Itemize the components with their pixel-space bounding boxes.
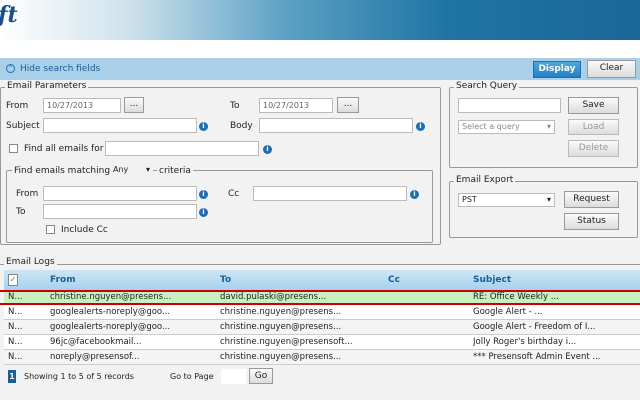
column-subject[interactable]: Subject: [473, 275, 511, 285]
table-header: ✓ From To Cc Subject: [4, 270, 640, 290]
from-label: From: [6, 101, 29, 111]
export-format-value: PST: [462, 195, 477, 204]
email-logs-divider: [0, 264, 640, 265]
load-button[interactable]: Load: [568, 119, 619, 135]
cell-id: N...: [8, 337, 23, 347]
cell-from: googlealerts-noreply@goo...: [50, 322, 171, 332]
cell-from: 96jc@facebookmail...: [50, 337, 142, 347]
info-icon: i: [410, 190, 419, 199]
criteria-from-label: From: [16, 189, 39, 199]
to-date-picker-button[interactable]: ...: [337, 97, 359, 113]
export-format-select[interactable]: PST ▾: [458, 193, 555, 207]
cell-subject: Google Alert - Freedom of I...: [473, 322, 596, 332]
header-strip: [0, 40, 640, 58]
logo: ft: [0, 2, 18, 28]
display-button[interactable]: Display: [533, 61, 581, 78]
clear-button[interactable]: Clear: [587, 60, 636, 78]
from-date-picker-button[interactable]: ...: [124, 97, 144, 113]
save-button[interactable]: Save: [568, 97, 619, 114]
match-value: Any: [113, 165, 129, 174]
delete-button[interactable]: Delete: [568, 140, 619, 157]
find-all-input[interactable]: [105, 141, 259, 156]
cell-id: N...: [8, 322, 23, 332]
page-number[interactable]: 1: [8, 370, 16, 383]
criteria-cc-label: Cc: [228, 189, 240, 199]
group-legend: Email Export: [454, 175, 516, 185]
include-cc-checkbox[interactable]: [46, 225, 55, 234]
header-banner: [0, 0, 640, 40]
cell-id: N...: [8, 352, 23, 362]
to-label: To: [230, 101, 240, 111]
chevron-down-icon: ▾: [546, 195, 551, 204]
info-icon: i: [199, 122, 208, 131]
criteria-to-input[interactable]: [43, 204, 197, 219]
criteria-suffix: criteria: [157, 166, 193, 176]
go-button[interactable]: Go: [249, 368, 273, 384]
table-row[interactable]: N... noreply@presensof... christine.nguyen…: [4, 350, 640, 365]
collapse-icon[interactable]: ^: [6, 64, 15, 73]
criteria-from-input[interactable]: [43, 186, 197, 201]
info-icon: i: [199, 208, 208, 217]
cell-to: christine.nguyen@presens...: [220, 352, 342, 362]
cell-from: googlealerts-noreply@goo...: [50, 307, 171, 317]
criteria-prefix: Find emails matching: [12, 166, 113, 176]
request-button[interactable]: Request: [564, 191, 619, 208]
include-cc-label: Include Cc: [61, 225, 108, 235]
to-date-input[interactable]: 10/27/2013: [259, 98, 333, 113]
records-summary: Showing 1 to 5 of 5 records: [24, 372, 134, 381]
cell-subject: Jolly Roger's birthday i...: [473, 337, 577, 347]
table-row[interactable]: N... googlealerts-noreply@goo... christine…: [4, 305, 640, 320]
info-icon: i: [416, 122, 425, 131]
go-to-page-label: Go to Page: [170, 372, 214, 381]
subject-label: Subject: [6, 121, 40, 131]
group-legend: Search Query: [454, 81, 520, 91]
column-cc[interactable]: Cc: [388, 275, 400, 285]
column-from[interactable]: From: [50, 275, 76, 285]
info-icon: i: [263, 145, 272, 154]
cell-to: christine.nguyen@presens...: [220, 322, 342, 332]
from-date-input[interactable]: 10/27/2013: [43, 98, 121, 113]
cell-subject: *** Presensoft Admin Event ...: [473, 352, 601, 362]
query-name-input[interactable]: [458, 98, 561, 113]
chevron-down-icon: ▾: [546, 122, 551, 131]
status-button[interactable]: Status: [564, 213, 619, 230]
group-legend: Email Parameters: [5, 81, 89, 91]
cell-subject: Google Alert - ...: [473, 307, 543, 317]
go-to-page-input[interactable]: [221, 369, 246, 384]
subject-input[interactable]: [43, 118, 197, 133]
criteria-cc-input[interactable]: [253, 186, 407, 201]
info-icon: i: [199, 190, 208, 199]
body-label: Body: [230, 121, 253, 131]
cell-to: christine.nguyen@presensoft...: [220, 337, 353, 347]
match-select[interactable]: Any ▾: [110, 164, 153, 178]
hide-search-fields-link[interactable]: Hide search fields: [20, 64, 100, 74]
query-select-value: Select a query: [462, 122, 520, 131]
cell-to: christine.nguyen@presens...: [220, 307, 342, 317]
toolbar: ^ Hide search fields Display Clear: [0, 58, 640, 80]
chevron-down-icon: ▾: [145, 165, 150, 174]
table-row[interactable]: N... googlealerts-noreply@goo... christine…: [4, 320, 640, 335]
criteria-to-label: To: [16, 207, 26, 217]
selected-row-highlight: [0, 290, 640, 305]
query-select[interactable]: Select a query ▾: [458, 120, 555, 134]
cell-id: N...: [8, 307, 23, 317]
body-input[interactable]: [259, 118, 413, 133]
email-logs-legend: Email Logs: [4, 257, 57, 267]
find-all-label: Find all emails for: [24, 144, 104, 154]
cell-from: noreply@presensof...: [50, 352, 140, 362]
find-all-checkbox[interactable]: [9, 144, 18, 153]
select-all-checkbox[interactable]: ✓: [8, 274, 18, 286]
column-to[interactable]: To: [220, 275, 231, 285]
table-row[interactable]: N... 96jc@facebookmail... christine.nguyen…: [4, 335, 640, 350]
